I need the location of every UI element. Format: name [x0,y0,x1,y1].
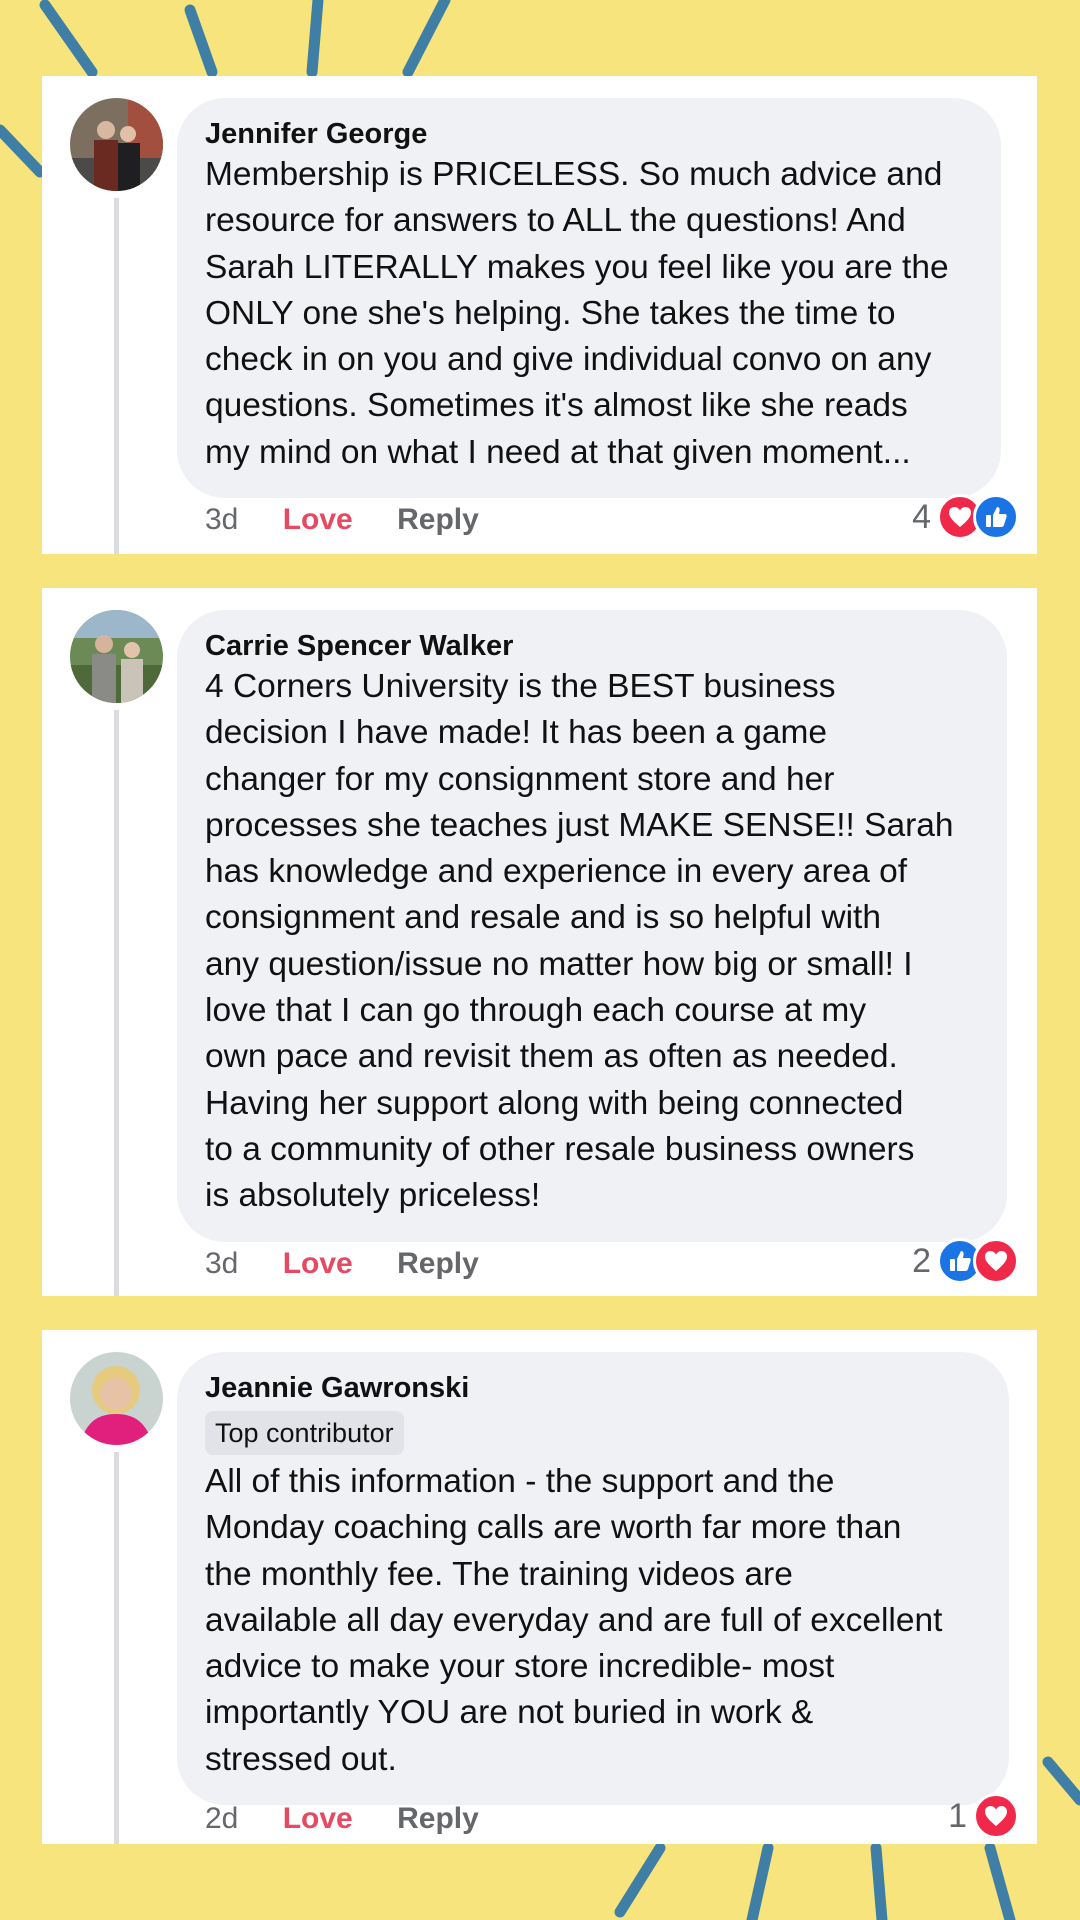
comment-bubble: Jeannie Gawronski Top contributor All of… [177,1352,1009,1806]
comment-actions: 2d Love Reply [205,1802,515,1836]
avatar[interactable] [70,98,163,191]
comment-text: Membership is PRICELESS. So much advice … [205,156,949,471]
comment-card: Jennifer George Membership is PRICELESS.… [42,76,1037,554]
comment-timestamp[interactable]: 3d [205,503,238,537]
avatar[interactable] [70,610,163,703]
reaction-count: 1 [948,1796,967,1835]
thread-line [114,710,119,1296]
love-button[interactable]: Love [283,503,353,537]
heart-icon [973,1793,1019,1839]
reaction-count: 2 [912,1241,931,1280]
comment-actions: 3d Love Reply [205,1247,515,1281]
heart-icon [973,1238,1019,1284]
comment-text: All of this information - the support an… [205,1463,943,1778]
comment-card: Carrie Spencer Walker 4 Corners Universi… [42,588,1037,1296]
love-button[interactable]: Love [283,1802,353,1836]
reply-button[interactable]: Reply [397,503,479,537]
reaction-summary[interactable]: 4 [912,494,1019,540]
comment-card: Jeannie Gawronski Top contributor All of… [42,1330,1037,1844]
comment-text: 4 Corners University is the BEST busines… [205,668,954,1215]
reaction-summary[interactable]: 1 [948,1793,1019,1839]
like-icon [973,494,1019,540]
comment-author[interactable]: Jennifer George [205,116,973,152]
reaction-count: 4 [912,497,931,536]
love-button[interactable]: Love [283,1247,353,1281]
comment-author[interactable]: Jeannie Gawronski [205,1370,981,1406]
avatar[interactable] [70,1352,163,1445]
reply-button[interactable]: Reply [397,1247,479,1281]
comment-author[interactable]: Carrie Spencer Walker [205,628,979,664]
comment-bubble: Jennifer George Membership is PRICELESS.… [177,98,1001,499]
thread-line [114,198,119,554]
comment-timestamp[interactable]: 2d [205,1802,238,1836]
comment-timestamp[interactable]: 3d [205,1247,238,1281]
thread-line [114,1452,119,1844]
reply-button[interactable]: Reply [397,1802,479,1836]
comment-bubble: Carrie Spencer Walker 4 Corners Universi… [177,610,1007,1242]
top-contributor-badge: Top contributor [205,1411,404,1455]
reaction-summary[interactable]: 2 [912,1238,1019,1284]
comment-actions: 3d Love Reply [205,503,515,537]
